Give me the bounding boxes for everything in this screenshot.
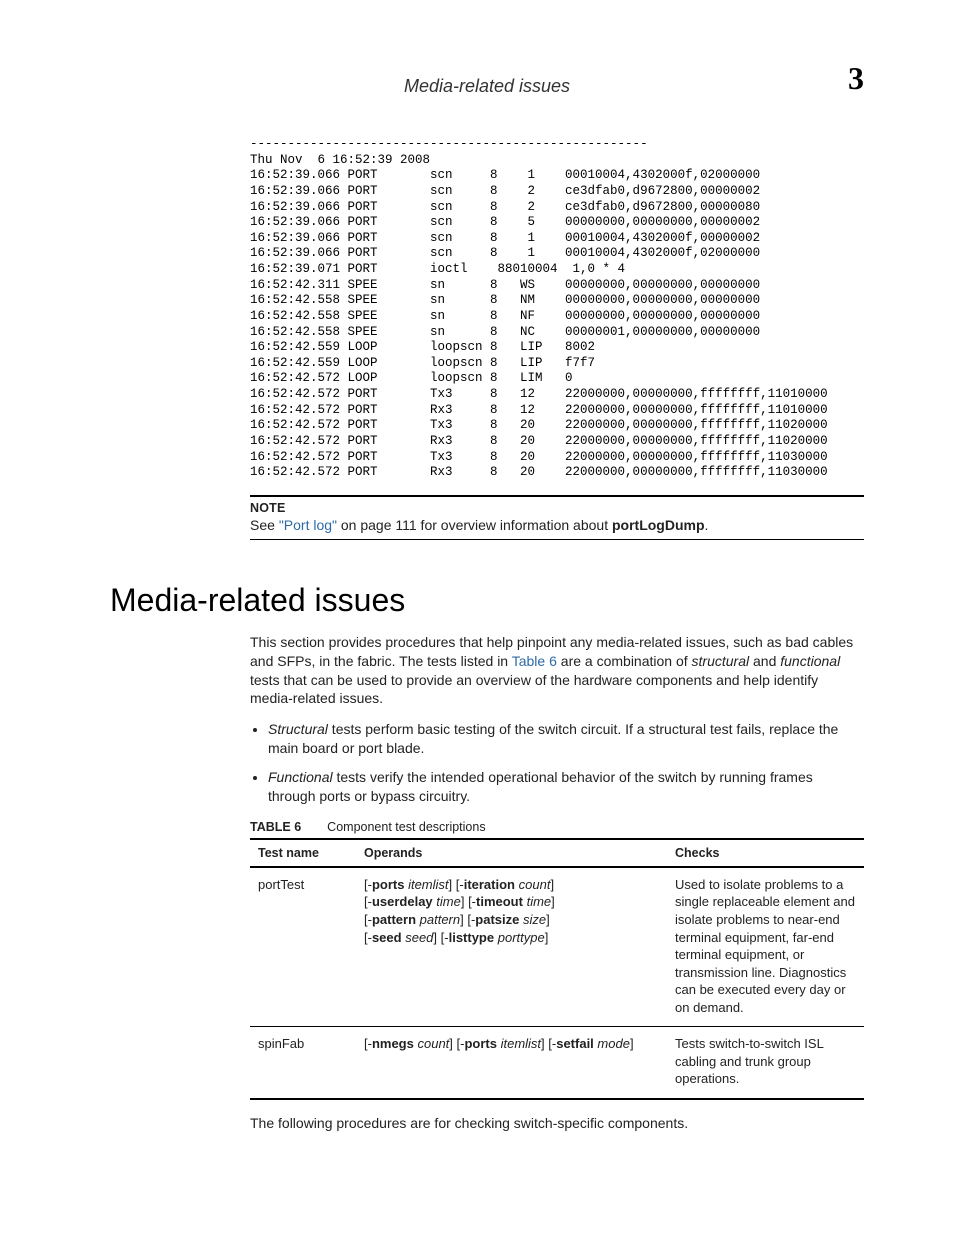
cell-checks: Tests switch-to-switch ISL cabling and t… xyxy=(667,1027,864,1099)
operand-token: listtype xyxy=(449,930,495,945)
table-row: portTest[-ports itemlist] [-iteration co… xyxy=(250,867,864,1027)
note-cmd: portLogDump xyxy=(612,517,705,533)
operand-token: seed xyxy=(405,930,433,945)
bullet-em: Functional xyxy=(268,769,333,785)
cell-checks: Used to isolate problems to a single rep… xyxy=(667,867,864,1027)
note-text: See "Port log" on page 111 for overview … xyxy=(250,517,864,533)
operand-token: ] [- xyxy=(541,1036,556,1051)
section-body: This section provides procedures that he… xyxy=(250,633,864,1133)
bullet-text: tests verify the intended operational be… xyxy=(268,769,813,804)
bullet-em: Structural xyxy=(268,721,328,737)
outro-paragraph: The following procedures are for checkin… xyxy=(250,1114,864,1133)
operand-token: setfail xyxy=(556,1036,594,1051)
bullet-list: Structural tests perform basic testing o… xyxy=(250,720,864,806)
note-rule-bottom xyxy=(250,539,864,540)
cell-operands: [-nmegs count] [-ports itemlist] [-setfa… xyxy=(356,1027,667,1099)
operand-token: [- xyxy=(364,912,372,927)
operand-token: pattern xyxy=(420,912,460,927)
operand-token: count xyxy=(417,1036,449,1051)
operand-token: ] [- xyxy=(433,930,448,945)
intro-p1b: are a combination of xyxy=(557,653,692,669)
list-item: Structural tests perform basic testing o… xyxy=(268,720,864,758)
operand-token: itemlist xyxy=(408,877,448,892)
note-pre: See xyxy=(250,517,279,533)
table-label: TABLE 6 xyxy=(250,820,301,834)
chapter-number: 3 xyxy=(824,60,864,97)
table-title: Component test descriptions xyxy=(327,820,485,834)
operand-token: mode xyxy=(597,1036,630,1051)
operand-token: ] [- xyxy=(461,894,476,909)
intro-p1d: tests that can be used to provide an ove… xyxy=(250,672,818,707)
section-heading: Media-related issues xyxy=(110,582,864,619)
operand-token: seed xyxy=(372,930,402,945)
operand-token: pattern xyxy=(372,912,416,927)
table-row: spinFab[-nmegs count] [-ports itemlist] … xyxy=(250,1027,864,1099)
operand-token: count xyxy=(519,877,551,892)
component-tests-table: Test name Operands Checks portTest[-port… xyxy=(250,838,864,1100)
running-title: Media-related issues xyxy=(150,76,824,97)
operand-token: [- xyxy=(364,1036,372,1051)
operand-token: nmegs xyxy=(372,1036,414,1051)
operand-token: ] xyxy=(551,894,555,909)
list-item: Functional tests verify the intended ope… xyxy=(268,768,864,806)
operand-token: time xyxy=(436,894,461,909)
table-header-row: Test name Operands Checks xyxy=(250,839,864,867)
operand-token: size xyxy=(523,912,546,927)
intro-p1c: and xyxy=(749,653,780,669)
operand-token: ] xyxy=(630,1036,634,1051)
operand-token: ports xyxy=(464,1036,497,1051)
note-block: NOTE See "Port log" on page 111 for over… xyxy=(250,495,864,540)
note-rule-top xyxy=(250,495,864,497)
operand-token: ] xyxy=(550,877,554,892)
operand-token: ] xyxy=(546,912,550,927)
note-label: NOTE xyxy=(250,501,864,515)
cell-test-name: portTest xyxy=(250,867,356,1027)
operand-token: ] [- xyxy=(449,877,464,892)
operand-token: userdelay xyxy=(372,894,433,909)
intro-i2: functional xyxy=(780,653,840,669)
operand-token: itemlist xyxy=(501,1036,541,1051)
bullet-text: tests perform basic testing of the switc… xyxy=(268,721,838,756)
col-operands: Operands xyxy=(356,839,667,867)
page: Media-related issues 3 -----------------… xyxy=(0,0,954,1235)
table6-link[interactable]: Table 6 xyxy=(512,653,557,669)
col-checks: Checks xyxy=(667,839,864,867)
operand-token: porttype xyxy=(498,930,545,945)
intro-i1: structural xyxy=(692,653,750,669)
note-link-portlog[interactable]: "Port log" xyxy=(279,517,337,533)
operand-token: iteration xyxy=(464,877,515,892)
running-head: Media-related issues 3 xyxy=(110,60,864,97)
operand-token: ] [- xyxy=(449,1036,464,1051)
port-log-dump: ----------------------------------------… xyxy=(250,137,864,481)
operand-token: [- xyxy=(364,894,372,909)
note-mid: on page 111 for overview information abo… xyxy=(337,517,612,533)
operand-token: ports xyxy=(372,877,405,892)
operand-token: timeout xyxy=(476,894,523,909)
table-caption: TABLE 6 Component test descriptions xyxy=(250,820,864,834)
note-post: . xyxy=(705,517,709,533)
cell-test-name: spinFab xyxy=(250,1027,356,1099)
operand-token: ] [- xyxy=(460,912,475,927)
operand-token: [- xyxy=(364,930,372,945)
operand-token: patsize xyxy=(475,912,519,927)
operand-token: time xyxy=(527,894,552,909)
operand-token: [- xyxy=(364,877,372,892)
operand-token: ] xyxy=(545,930,549,945)
col-test-name: Test name xyxy=(250,839,356,867)
cell-operands: [-ports itemlist] [-iteration count][-us… xyxy=(356,867,667,1027)
intro-paragraph: This section provides procedures that he… xyxy=(250,633,864,709)
